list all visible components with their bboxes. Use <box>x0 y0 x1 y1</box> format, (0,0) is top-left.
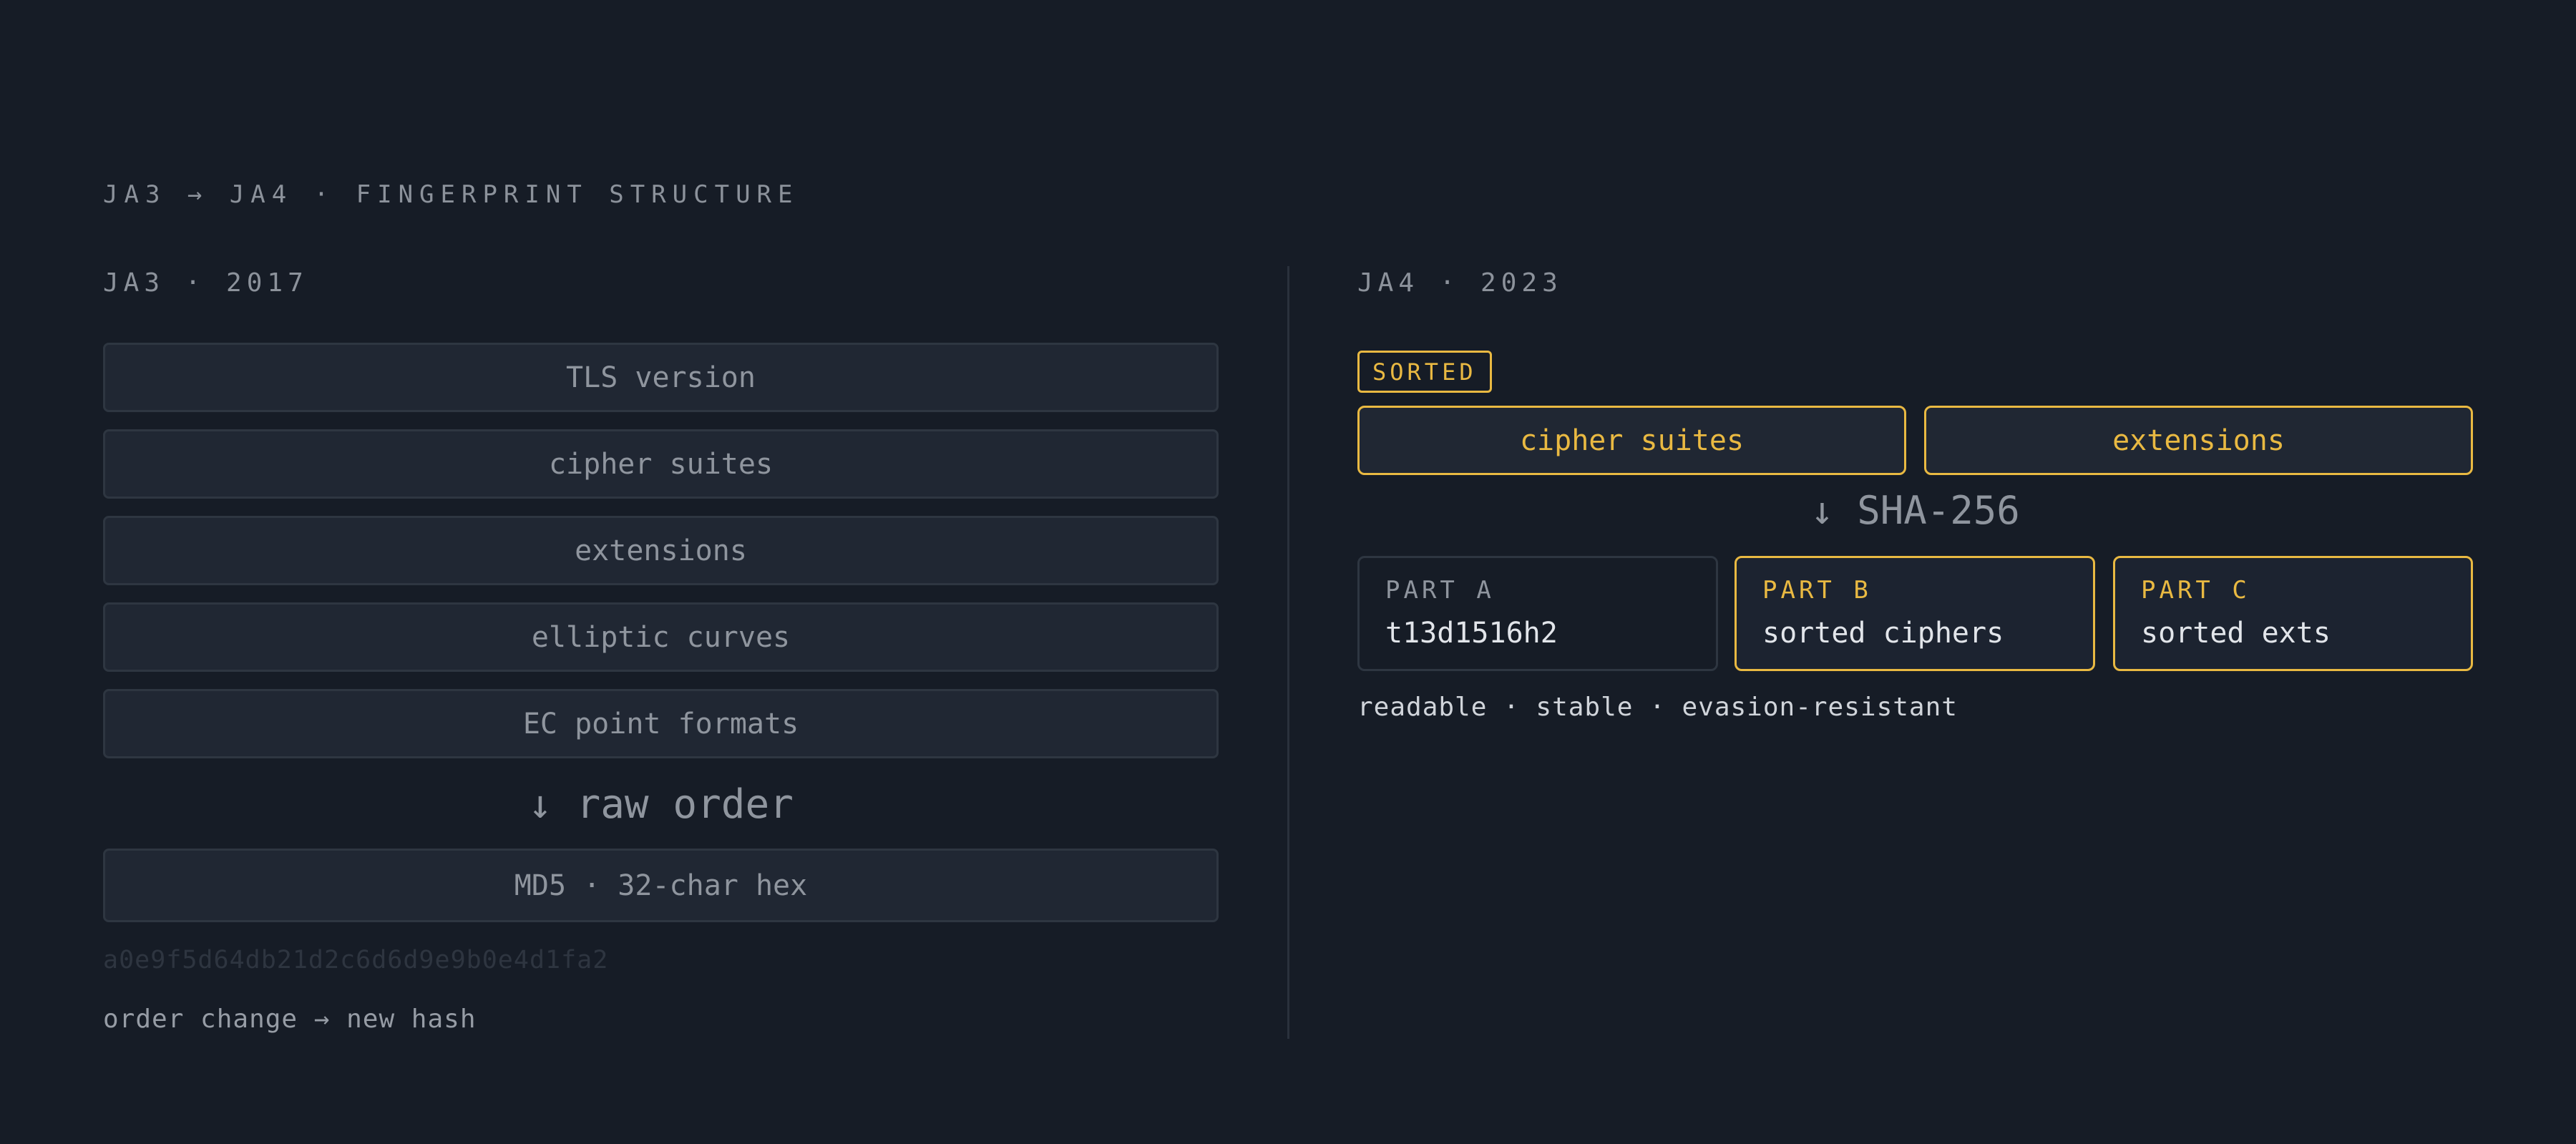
ja4-part-b: PART B sorted ciphers <box>1735 556 2095 671</box>
part-a-value: t13d1516h2 <box>1385 617 1558 650</box>
part-c-label: PART C <box>2141 576 2250 605</box>
part-b-label: PART B <box>1762 576 1872 605</box>
ja4-sha256-arrow: ↓ SHA-256 <box>1810 488 2020 533</box>
ja4-note: readable · stable · evasion-resistant <box>1357 693 1958 722</box>
part-a-label: PART A <box>1385 576 1495 605</box>
ja4-field-cipher-suites: cipher suites <box>1357 406 1906 475</box>
ja4-part-c: PART C sorted exts <box>2113 556 2473 671</box>
ja3-raw-order-arrow: ↓ raw order <box>528 781 794 828</box>
part-c-value: sorted exts <box>2141 617 2331 650</box>
column-divider <box>1287 266 1289 1039</box>
ja3-field-cipher-suites: cipher suites <box>103 429 1219 499</box>
ja3-note: order change → new hash <box>103 1004 477 1034</box>
ja3-heading: JA3 · 2017 <box>103 268 308 298</box>
ja3-md5-hash-box: MD5 · 32-char hex <box>103 849 1219 922</box>
ja4-part-a: PART A t13d1516h2 <box>1357 556 1718 671</box>
ja3-field-ec-point-formats: EC point formats <box>103 689 1219 758</box>
page-title: JA3 → JA4 · FINGERPRINT STRUCTURE <box>103 180 799 209</box>
part-b-value: sorted ciphers <box>1762 617 2004 650</box>
ja3-hash-example: a0e9f5d64db21d2c6d6d9e9b0e4d1fa2 <box>103 946 609 974</box>
ja3-field-extensions: extensions <box>103 516 1219 585</box>
ja3-field-tls-version: TLS version <box>103 343 1219 412</box>
ja4-heading: JA4 · 2023 <box>1357 268 1563 298</box>
sorted-badge: SORTED <box>1357 351 1492 393</box>
ja4-field-extensions: extensions <box>1924 406 2473 475</box>
ja3-field-elliptic-curves: elliptic curves <box>103 602 1219 672</box>
